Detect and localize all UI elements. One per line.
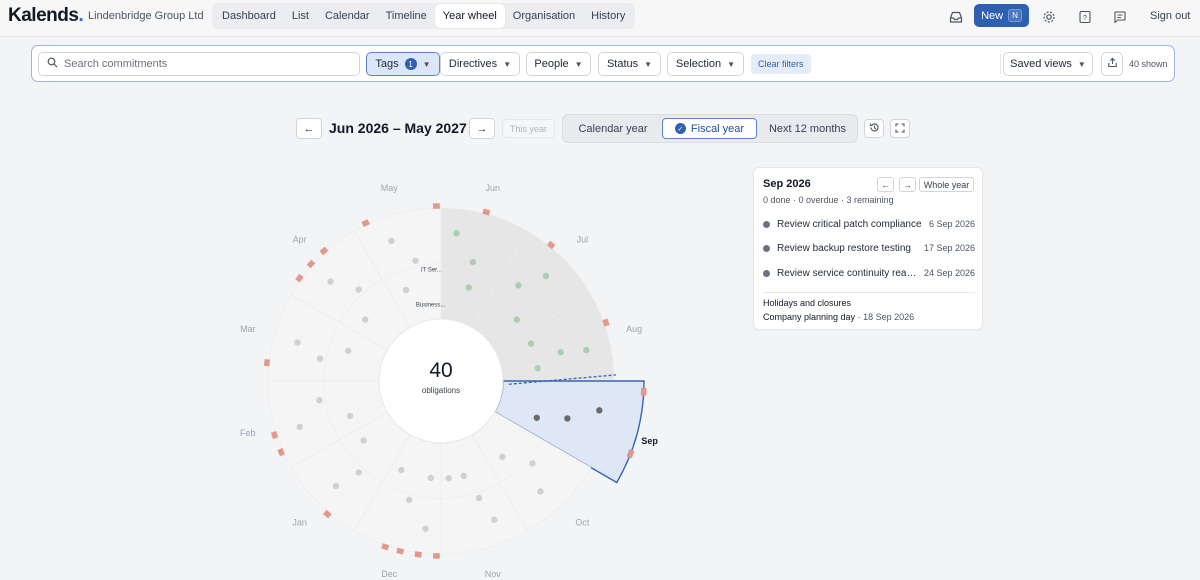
deadline-marker[interactable] (381, 543, 390, 551)
month-label-oct[interactable]: Oct (575, 517, 590, 527)
obligation-dot[interactable] (465, 284, 472, 291)
obligation-dot[interactable] (427, 474, 435, 482)
status-dot (763, 220, 770, 228)
wheel-total-count: 40 (429, 359, 452, 382)
obligation-dot[interactable] (499, 453, 506, 460)
obligation-dot[interactable] (542, 272, 550, 280)
commitment-name: Review service continuity readiness (777, 267, 918, 279)
month-label-mar[interactable]: Mar (240, 324, 256, 334)
month-label-sep[interactable]: Sep (641, 436, 658, 446)
obligation-dot[interactable] (412, 257, 419, 264)
month-label-dec[interactable]: Dec (381, 569, 398, 579)
panel-next-month-button[interactable]: → (899, 177, 916, 192)
obligation-dot[interactable] (360, 437, 367, 444)
status-dot (763, 244, 770, 252)
ring-category-label: IT Ser... (421, 267, 442, 273)
deadline-marker[interactable] (323, 509, 332, 519)
panel-prev-month-button[interactable]: ← (877, 177, 894, 192)
obligation-dot[interactable] (534, 365, 541, 372)
obligation-dot[interactable] (345, 347, 352, 355)
obligation-dot[interactable] (596, 407, 603, 414)
obligation-dot[interactable] (527, 340, 535, 347)
year-wheel: Jun Jul Aug Sep Oct Nov Dec Jan Feb Mar Apr May IT S… (240, 183, 658, 579)
obligation-dot[interactable] (557, 349, 564, 356)
holiday-item[interactable]: Company planning day · 18 Sep 2026 (763, 312, 914, 322)
obligation-dot[interactable] (332, 482, 340, 490)
obligation-dot[interactable] (491, 516, 498, 523)
panel-divider (763, 292, 975, 293)
obligation-dot[interactable] (469, 258, 477, 266)
list-item[interactable]: Review backup restore testing 17 Sep 202… (763, 241, 975, 255)
obligation-dot[interactable] (475, 494, 483, 502)
month-label-feb[interactable]: Feb (240, 428, 256, 438)
deadline-marker[interactable] (270, 431, 279, 440)
obligation-dot[interactable] (533, 414, 540, 421)
deadline-marker[interactable] (546, 240, 556, 250)
obligation-dot[interactable] (362, 316, 369, 323)
commitment-name: Review backup restore testing (777, 242, 911, 254)
month-label-jan[interactable]: Jan (292, 517, 307, 527)
obligation-dot[interactable] (346, 412, 354, 420)
holiday-name: Company planning day (763, 312, 856, 322)
obligation-dot[interactable] (388, 237, 395, 245)
deadline-marker[interactable] (263, 359, 271, 367)
list-item[interactable]: Review critical patch compliance 6 Sep 2… (763, 217, 975, 231)
obligation-dot[interactable] (583, 346, 590, 354)
obligation-dot[interactable] (355, 286, 362, 293)
whole-year-button[interactable]: Whole year (919, 177, 974, 192)
holidays-heading: Holidays and closures (763, 298, 852, 308)
commitment-date: 6 Sep 2026 (928, 219, 975, 229)
obligation-dot[interactable] (294, 339, 301, 346)
commitment-date: 17 Sep 2026 (923, 243, 975, 253)
month-label-may[interactable]: May (381, 183, 399, 193)
arrow-right-icon: → (903, 179, 912, 190)
month-label-jun[interactable]: Jun (486, 183, 501, 193)
deadline-marker[interactable] (602, 318, 610, 327)
obligation-dot[interactable] (316, 355, 324, 362)
panel-summary: 0 done · 0 overdue · 3 remaining (763, 195, 894, 205)
obligation-dot[interactable] (402, 286, 410, 294)
obligation-dot[interactable] (422, 525, 429, 532)
obligation-dot[interactable] (537, 488, 544, 495)
obligation-dot[interactable] (513, 316, 520, 323)
wheel-total-label: obligations (422, 386, 460, 395)
deadline-marker[interactable] (414, 551, 422, 558)
deadline-marker[interactable] (319, 246, 329, 256)
month-label-aug[interactable]: Aug (626, 324, 642, 334)
ring-category-label: Business... (416, 303, 446, 309)
commitment-date: 24 Sep 2026 (923, 268, 975, 278)
deadline-marker[interactable] (306, 259, 316, 269)
obligation-dot[interactable] (327, 278, 334, 285)
arrow-left-icon: ← (881, 179, 890, 190)
month-detail-panel: Sep 2026 ← → Whole year 0 done · 0 overd… (753, 167, 983, 330)
deadline-marker[interactable] (626, 449, 635, 459)
obligation-dot[interactable] (515, 282, 522, 289)
deadline-marker[interactable] (396, 547, 405, 555)
deadline-marker[interactable] (295, 273, 304, 283)
obligation-dot[interactable] (564, 415, 571, 422)
list-item[interactable]: Review service continuity readiness 24 S… (763, 266, 975, 280)
obligation-dot[interactable] (445, 475, 452, 482)
month-label-jul[interactable]: Jul (577, 235, 589, 245)
deadline-marker[interactable] (361, 219, 370, 228)
obligation-dot[interactable] (460, 472, 467, 480)
holiday-separator: · (855, 312, 864, 322)
deadline-marker[interactable] (277, 447, 286, 457)
month-label-apr[interactable]: Apr (293, 235, 307, 245)
month-label-nov[interactable]: Nov (485, 569, 502, 579)
obligation-dot[interactable] (355, 469, 362, 476)
obligation-dot[interactable] (398, 466, 405, 474)
obligation-dot[interactable] (529, 460, 536, 467)
holiday-date: 18 Sep 2026 (863, 312, 915, 322)
deadline-marker[interactable] (482, 208, 491, 216)
status-dot (763, 269, 770, 277)
obligation-dot[interactable] (405, 496, 413, 504)
commitment-name: Review critical patch compliance (777, 218, 922, 230)
obligation-dot[interactable] (453, 230, 460, 237)
panel-month-title: Sep 2026 (763, 178, 811, 190)
obligation-dot[interactable] (296, 423, 303, 431)
obligation-dot[interactable] (316, 397, 323, 404)
